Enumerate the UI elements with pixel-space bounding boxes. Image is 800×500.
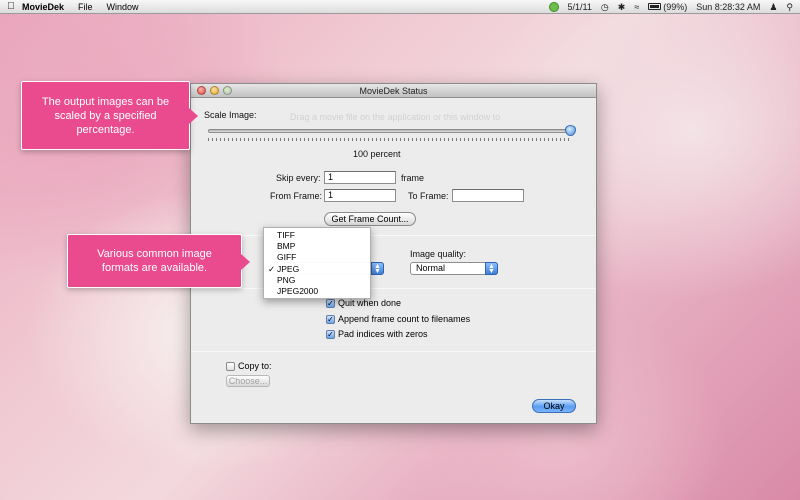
scale-image-label: Scale Image: [204, 110, 257, 120]
scale-slider-track[interactable] [208, 129, 572, 133]
window-titlebar[interactable]: MovieDek Status [191, 84, 596, 98]
format-option-giff[interactable]: GIFF [264, 252, 370, 263]
copy-to-label: Copy to: [238, 361, 272, 371]
checkmark-icon: ✓ [268, 263, 276, 274]
checkbox-label: Quit when done [338, 298, 402, 308]
date-display[interactable]: 5/1/11 [568, 0, 592, 14]
skip-every-label: Skip every: [276, 173, 321, 183]
format-popup-arrows-icon: ▲ ▼ [371, 262, 384, 275]
get-frame-count-button[interactable]: Get Frame Count... [324, 212, 416, 226]
callout-tail [241, 254, 250, 270]
format-option-bmp[interactable]: BMP [264, 241, 370, 252]
app-menu[interactable]: MovieDek [22, 2, 64, 12]
drop-hint-text: Drag a movie file on the application or … [290, 112, 501, 122]
menu-bar:  MovieDek File Window 5/1/11 ◷ ✱ ≈ (99%… [0, 0, 800, 14]
format-option-png[interactable]: PNG [264, 275, 370, 286]
image-quality-popup[interactable]: Normal ▲ ▼ [410, 262, 498, 275]
quit-when-done-checkbox[interactable]: ✓ Quit when done [326, 298, 401, 308]
to-frame-label: To Frame: [408, 191, 449, 201]
status-window: MovieDek Status [190, 83, 597, 424]
window-controls [197, 86, 236, 95]
bluetooth-icon[interactable]: ✱ [618, 0, 626, 14]
skip-unit-label: frame [401, 173, 425, 183]
image-quality-value: Normal [416, 263, 446, 273]
formats-callout: Various common image formats are availab… [67, 234, 250, 288]
clock-display[interactable]: Sun 8:28:32 AM [696, 0, 760, 14]
time-machine-icon[interactable]: ◷ [601, 0, 609, 14]
append-frame-count-checkbox[interactable]: ✓ Append frame count to filenames [326, 314, 470, 324]
close-button-icon[interactable] [197, 86, 206, 95]
okay-button[interactable]: Okay [532, 399, 576, 413]
battery-percent: (99%) [663, 1, 688, 12]
minimize-button-icon[interactable] [210, 86, 219, 95]
from-frame-label: From Frame: [270, 191, 323, 201]
copy-to-checkbox[interactable]: Copy to: [226, 361, 272, 371]
wifi-icon[interactable]: ≈ [634, 0, 639, 14]
checkbox-check-icon: ✓ [326, 314, 335, 324]
choose-button[interactable]: Choose... [226, 375, 270, 387]
callout-tail [189, 108, 198, 124]
pad-indices-checkbox[interactable]: ✓ Pad indices with zeros [326, 329, 428, 339]
image-quality-label: Image quality: [410, 249, 467, 259]
separator-3 [191, 351, 596, 352]
menu-window[interactable]: Window [107, 2, 139, 12]
format-option-jpeg2000[interactable]: JPEG2000 [264, 286, 370, 297]
scale-callout: The output images can be scaled by a spe… [21, 81, 198, 150]
status-area: 5/1/11 ◷ ✱ ≈ (99%) Sun 8:28:32 AM ♟ ⚲ [540, 0, 800, 14]
separator-2 [191, 288, 596, 289]
menu-file[interactable]: File [78, 2, 93, 12]
user-icon[interactable]: ♟ [769, 0, 777, 14]
window-title: MovieDek Status [359, 86, 428, 96]
to-frame-field[interactable] [452, 189, 524, 202]
spotlight-search-icon[interactable]: ⚲ [786, 0, 793, 14]
battery-icon[interactable]: (99%) [648, 0, 687, 14]
format-option-tiff[interactable]: TIFF [264, 230, 370, 241]
checkbox-unchecked-icon [226, 361, 235, 371]
checkbox-check-icon: ✓ [326, 329, 335, 339]
skip-every-field[interactable]: 1 [324, 171, 396, 184]
checkbox-label: Append frame count to filenames [338, 314, 471, 324]
apple-icon[interactable]:  [0, 1, 22, 12]
scale-callout-text: The output images can be scaled by a spe… [41, 95, 170, 136]
separator-1 [191, 235, 596, 236]
image-format-menu: TIFF BMP GIFF ✓ JPEG PNG JPEG2000 [263, 227, 371, 299]
zoom-button-icon[interactable] [223, 86, 232, 95]
checkbox-label: Pad indices with zeros [338, 329, 428, 339]
from-frame-field[interactable]: 1 [324, 189, 396, 202]
scale-slider-ticks [208, 138, 572, 141]
formats-callout-text: Various common image formats are availab… [97, 248, 212, 274]
popup-arrows-icon: ▲ ▼ [485, 262, 498, 275]
scale-value-text: 100 percent [353, 149, 401, 159]
status-app-icon[interactable] [548, 1, 559, 12]
checkbox-check-icon: ✓ [326, 298, 335, 308]
format-option-jpeg[interactable]: ✓ JPEG [264, 264, 370, 275]
